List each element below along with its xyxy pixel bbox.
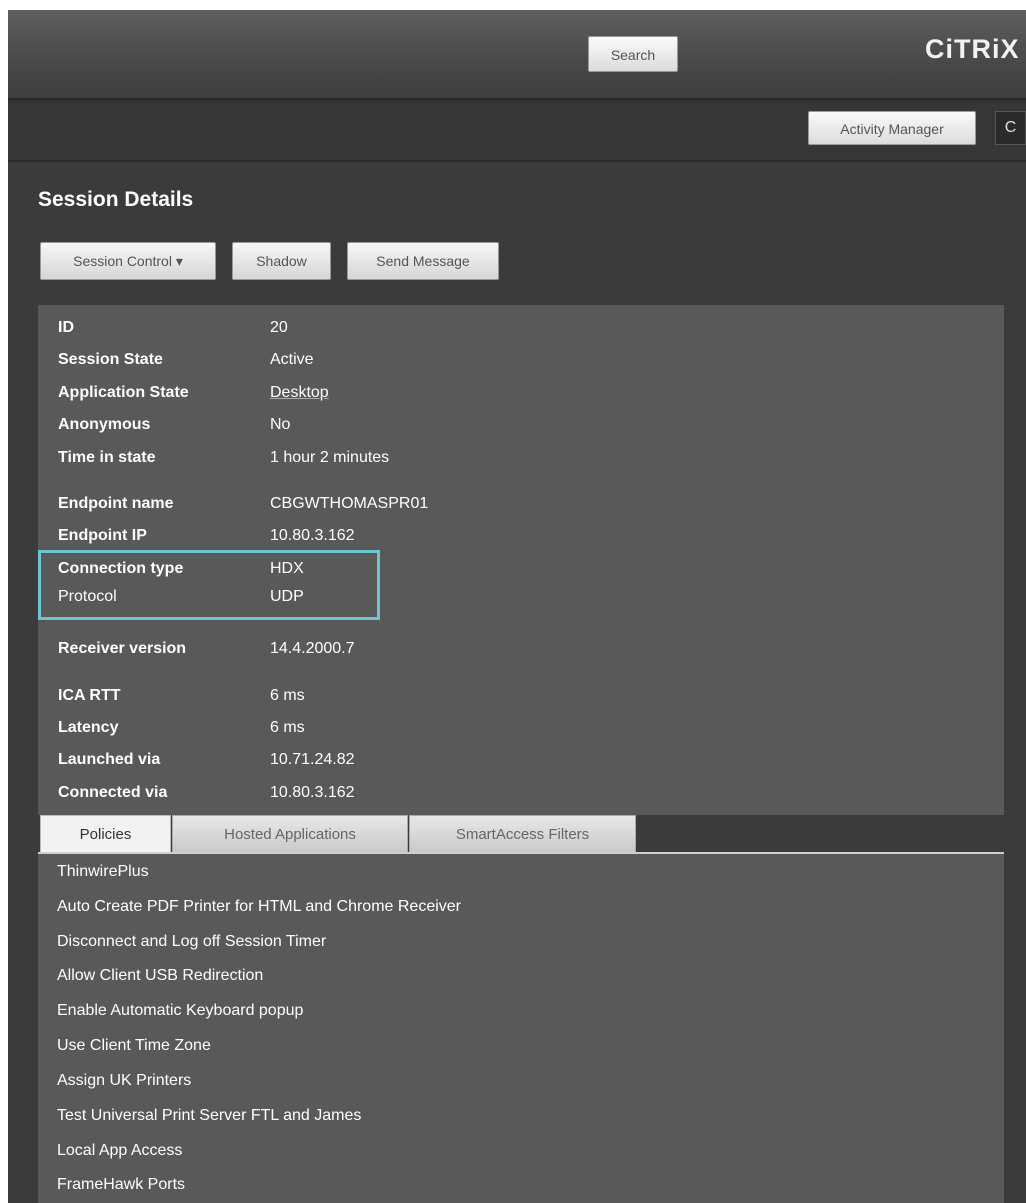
policy-item: Enable Automatic Keyboard popup	[57, 1002, 304, 1019]
detail-value-endpoint-ip: 10.80.3.162	[270, 527, 355, 544]
policy-item: Use Client Time Zone	[57, 1037, 211, 1054]
policy-item: Local App Access	[57, 1142, 183, 1159]
top-header-bar	[8, 10, 1026, 98]
detail-label-application-state: Application State	[58, 384, 189, 401]
tab-hosted-applications[interactable]: Hosted Applications	[172, 815, 408, 853]
detail-value-endpoint-name: CBGWTHOMASPR01	[270, 495, 429, 512]
detail-label-anonymous: Anonymous	[58, 416, 151, 433]
policy-item: ThinwirePlus	[57, 863, 149, 880]
refresh-button[interactable]: C	[995, 111, 1026, 145]
detail-label-launched-via: Launched via	[58, 751, 161, 768]
detail-label-connected-via: Connected via	[58, 784, 168, 801]
session-control-button[interactable]: Session Control ▾	[40, 242, 216, 280]
page-title: Session Details	[38, 188, 194, 211]
citrix-logo: CiTRiX	[925, 34, 1020, 64]
detail-label-receiver-version: Receiver version	[58, 640, 187, 657]
detail-value-time-in-state: 1 hour 2 minutes	[270, 449, 390, 466]
detail-label-session-state: Session State	[58, 351, 163, 368]
detail-value-receiver-version: 14.4.2000.7	[270, 640, 355, 657]
detail-label-endpoint-name: Endpoint name	[58, 495, 174, 512]
policy-item: Test Universal Print Server FTL and Jame…	[57, 1107, 362, 1124]
detail-value-anonymous: No	[270, 416, 291, 433]
activity-manager-button[interactable]: Activity Manager	[808, 111, 976, 145]
connection-highlight-box	[38, 550, 380, 620]
refresh-icon: C	[1004, 119, 1017, 136]
policy-item: Assign UK Printers	[57, 1072, 192, 1089]
detail-value-ica-rtt: 6 ms	[270, 687, 305, 704]
window-left-border	[0, 0, 8, 1203]
detail-value-launched-via: 10.71.24.82	[270, 751, 355, 768]
policy-item: FrameHawk Ports	[57, 1176, 186, 1193]
detail-label-id: ID	[58, 319, 74, 336]
detail-label-endpoint-ip: Endpoint IP	[58, 527, 147, 544]
detail-label-latency: Latency	[58, 719, 119, 736]
detail-label-time-in-state: Time in state	[58, 449, 156, 466]
detail-value-connected-via: 10.80.3.162	[270, 784, 355, 801]
policy-item: Disconnect and Log off Session Timer	[57, 933, 327, 950]
shadow-button[interactable]: Shadow	[232, 242, 331, 280]
tab-policies[interactable]: Policies	[40, 815, 171, 853]
policy-item: Allow Client USB Redirection	[57, 967, 264, 984]
send-message-button[interactable]: Send Message	[347, 242, 499, 280]
detail-value-session-state: Active	[270, 351, 314, 368]
detail-value-id: 20	[270, 319, 288, 336]
detail-label-ica-rtt: ICA RTT	[58, 687, 121, 704]
policy-item: Auto Create PDF Printer for HTML and Chr…	[57, 898, 461, 915]
search-button[interactable]: Search	[588, 36, 678, 72]
application-state-link[interactable]: Desktop	[270, 384, 329, 402]
window-top-border	[0, 0, 1026, 10]
detail-value-latency: 6 ms	[270, 719, 305, 736]
tab-smartaccess-filters[interactable]: SmartAccess Filters	[409, 815, 636, 853]
